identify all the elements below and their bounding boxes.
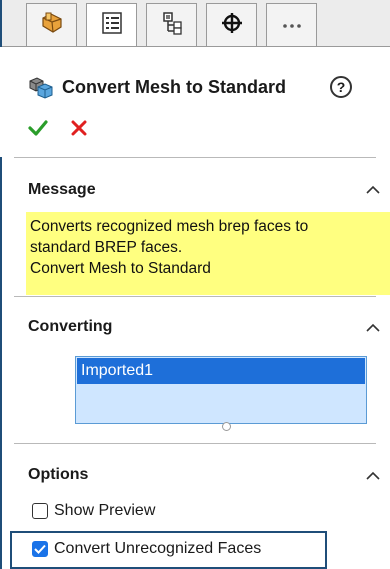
section-divider xyxy=(14,157,376,158)
checkmark-icon xyxy=(28,120,48,136)
message-section-title[interactable]: Message xyxy=(28,181,96,199)
section-divider xyxy=(14,296,376,297)
section-divider xyxy=(14,443,376,444)
convert-mesh-icon xyxy=(28,75,54,104)
collapse-options-caret-icon[interactable] xyxy=(366,468,380,486)
show-preview-option[interactable]: Show Preview xyxy=(32,500,155,522)
collapse-message-caret-icon[interactable] xyxy=(366,182,380,200)
show-preview-label: Show Preview xyxy=(54,502,156,519)
property-manager-header: Convert Mesh to Standard ? xyxy=(0,47,390,157)
feature-manager-icon xyxy=(39,10,65,41)
converting-section-title[interactable]: Converting xyxy=(28,318,112,336)
message-line: Converts recognized mesh brep faces to xyxy=(30,218,309,235)
manager-tab-strip xyxy=(2,0,390,47)
converting-bodies-list[interactable]: Imported1 xyxy=(75,356,367,424)
list-item[interactable]: Imported1 xyxy=(77,358,365,384)
tab-more[interactable] xyxy=(266,3,317,46)
collapse-converting-caret-icon[interactable] xyxy=(366,320,380,338)
dimxpert-icon xyxy=(220,11,244,40)
show-preview-checkbox[interactable] xyxy=(32,503,48,519)
ok-button[interactable] xyxy=(28,119,48,142)
tab-property-manager[interactable] xyxy=(86,3,137,47)
tab-configuration-manager[interactable] xyxy=(146,3,197,46)
page-title: Convert Mesh to Standard xyxy=(62,77,287,97)
message-line: Convert Mesh to Standard xyxy=(30,260,211,277)
close-icon xyxy=(71,120,87,136)
configuration-manager-icon xyxy=(160,11,184,40)
property-manager-icon xyxy=(100,11,124,40)
help-button[interactable]: ? xyxy=(330,76,352,98)
options-section-title[interactable]: Options xyxy=(28,466,88,484)
tab-dimxpert-manager[interactable] xyxy=(206,3,257,46)
tab-feature-manager[interactable] xyxy=(26,3,77,46)
more-icon xyxy=(282,16,302,34)
focus-highlight-box xyxy=(10,531,327,569)
resize-grip-icon[interactable] xyxy=(222,422,231,431)
message-line: standard BREP faces. xyxy=(30,239,183,256)
cancel-button[interactable] xyxy=(70,119,88,142)
message-box: Converts recognized mesh brep faces to s… xyxy=(26,212,390,295)
